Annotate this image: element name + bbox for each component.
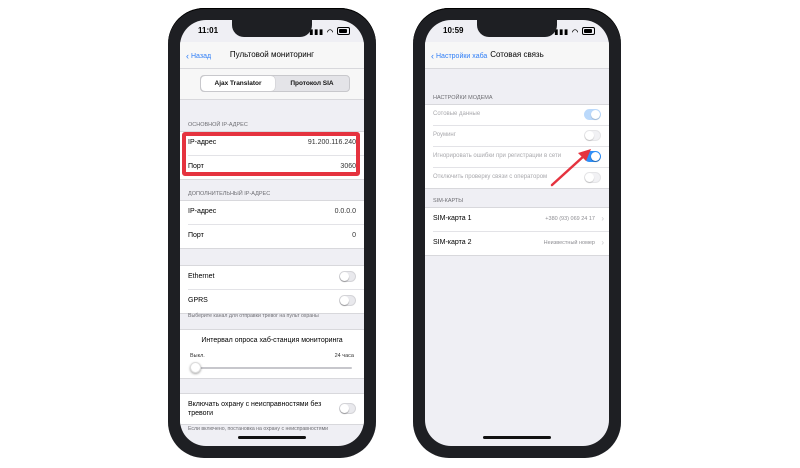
notch <box>232 20 312 37</box>
notch <box>477 20 557 37</box>
annotation-arrow-icon <box>550 149 591 187</box>
